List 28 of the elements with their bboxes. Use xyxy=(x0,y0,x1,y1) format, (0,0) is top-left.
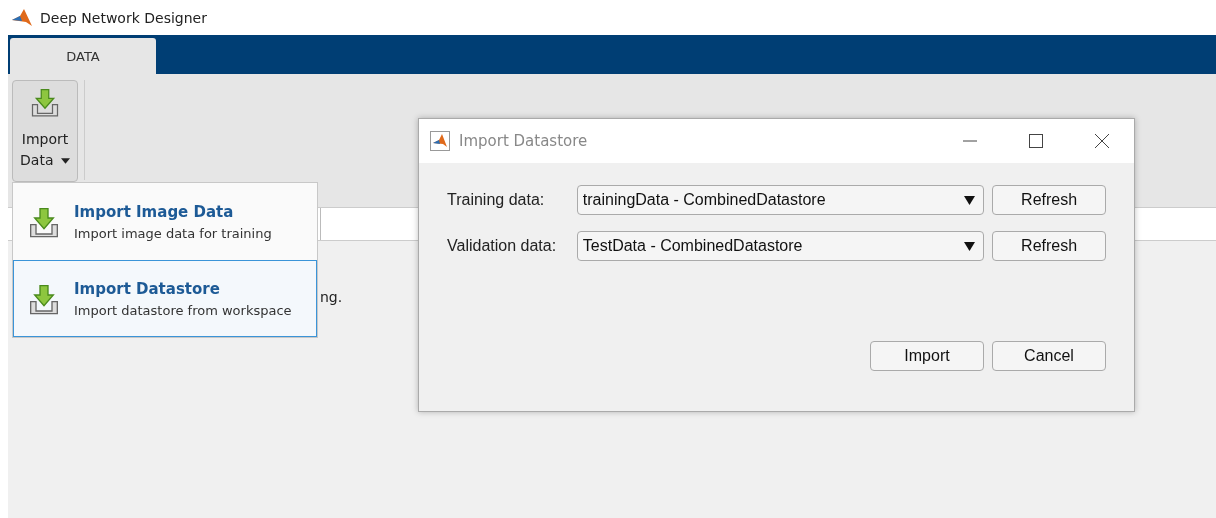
app-logo-icon xyxy=(430,131,450,151)
close-icon[interactable] xyxy=(1094,133,1110,149)
caret-icon xyxy=(60,158,70,164)
dropdown-field[interactable]: trainingData - CombinedDatastore xyxy=(576,185,985,215)
caret-icon xyxy=(964,195,976,205)
menu-item-title: Import Datastore xyxy=(74,279,221,298)
download-icon xyxy=(28,282,60,315)
body-text: ng. xyxy=(320,289,343,305)
menu-item-title: Import Image Data xyxy=(74,202,235,221)
dialog-title: Import Datastore xyxy=(459,132,588,150)
download-icon xyxy=(30,87,60,117)
refresh-button[interactable]: Refresh xyxy=(992,231,1106,261)
dialog-button[interactable]: Import xyxy=(870,341,984,371)
app-logo-icon xyxy=(12,8,32,27)
refresh-button[interactable]: Refresh xyxy=(992,185,1106,215)
download-icon xyxy=(28,205,60,238)
dropdown-field[interactable]: TestData - CombinedDatastore xyxy=(576,231,985,261)
import-data-button[interactable]: Import Data xyxy=(12,80,78,182)
field-label: Training data: xyxy=(447,191,546,209)
menu-item-description: Import datastore from workspace xyxy=(74,302,292,318)
menu-item[interactable]: Import Image Data Import image data for training xyxy=(13,183,317,260)
menu-item[interactable]: Import Datastore Import datastore from workspace xyxy=(13,260,317,337)
ribbon-tab[interactable]: DATA xyxy=(10,38,156,74)
dialog-button[interactable]: Cancel xyxy=(992,341,1106,371)
menu-item-description: Import image data for training xyxy=(74,225,272,241)
window-title: Deep Network Designer xyxy=(40,9,207,26)
maximize-icon[interactable] xyxy=(1028,133,1044,149)
field-label: Validation data: xyxy=(447,237,558,255)
